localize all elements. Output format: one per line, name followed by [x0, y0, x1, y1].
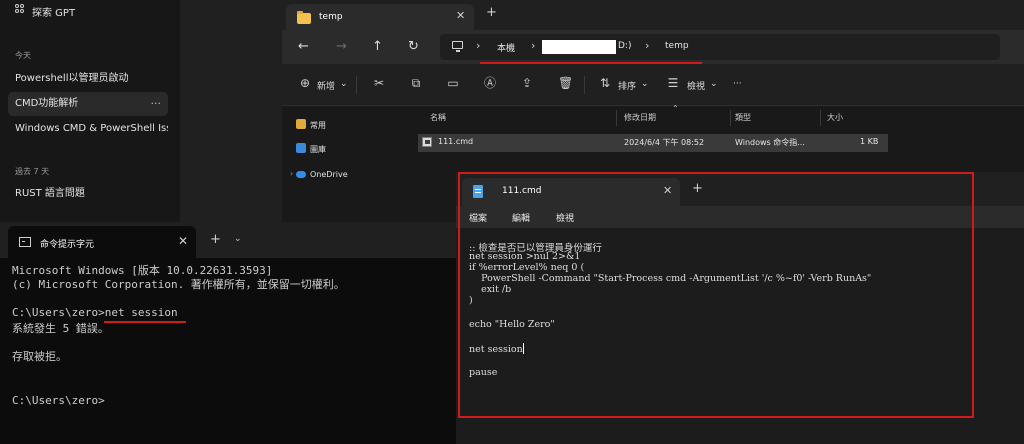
cloud-icon — [296, 171, 306, 178]
column-type[interactable]: 類型 — [735, 112, 751, 123]
file-size: 1 KB — [860, 137, 879, 146]
navigation-pane: 常用 圖庫 › OneDrive — [282, 106, 412, 222]
section-today: 今天 — [15, 51, 31, 60]
command-prompt-window: 命令提示字元 ✕ + ⌄ Microsoft Windows [版本 10.0.… — [0, 222, 456, 444]
nav-item-label: 圖庫 — [310, 145, 326, 154]
column-divider — [616, 110, 617, 126]
nav-item-onedrive[interactable]: › OneDrive — [290, 169, 348, 179]
new-tab-button[interactable]: + — [210, 232, 221, 247]
sort-button[interactable]: 排序 — [618, 79, 636, 92]
red-box-annotation — [458, 172, 974, 418]
gallery-icon — [296, 143, 306, 153]
file-modified: 2024/6/4 下午 08:52 — [624, 138, 705, 147]
column-size[interactable]: 大小 — [827, 112, 843, 123]
explore-gpt-label: 探索 GPT — [32, 8, 76, 19]
terminal-line: 存取被拒。 — [12, 350, 67, 363]
column-modified[interactable]: 修改日期 — [624, 112, 656, 123]
copy-icon[interactable]: ⧉ — [409, 76, 423, 90]
terminal-icon — [19, 237, 31, 247]
toolbar-divider — [356, 76, 357, 94]
chat-item-label: Windows CMD & PowerShell Iss — [15, 123, 168, 134]
paste-icon[interactable]: ▭ — [446, 76, 460, 90]
chevron-right-icon: › — [476, 39, 481, 52]
nav-item-label: OneDrive — [310, 170, 348, 179]
column-name[interactable]: 名稱 — [430, 112, 446, 123]
breadcrumb-temp[interactable]: temp — [665, 41, 689, 51]
chevron-down-icon: ⌄ — [710, 79, 718, 89]
folder-icon — [297, 11, 311, 24]
nav-item-home[interactable]: 常用 — [296, 119, 326, 131]
address-bar[interactable]: › 本機 › D:) › temp — [440, 34, 1000, 64]
terminal-line: (c) Microsoft Corporation. 著作權所有，並保留一切權利… — [12, 278, 345, 291]
chevron-right-icon: › — [645, 39, 650, 52]
red-underline-annotation — [104, 321, 186, 323]
chevron-right-icon: › — [531, 39, 536, 52]
more-icon[interactable]: ··· — [733, 79, 742, 89]
close-tab-icon[interactable]: ✕ — [456, 9, 465, 22]
forward-arrow-icon[interactable]: → — [336, 39, 347, 54]
explorer-toolbar: ⊕ 新增 ⌄ ✂ ⧉ ▭ Ⓐ ⇪ 🗑 ⇅ 排序 ⌄ ☰ 檢視 ⌄ ··· — [282, 64, 1024, 106]
chevron-down-icon: ⌄ — [641, 79, 649, 89]
section-past-7-days: 過去 7 天 — [15, 167, 50, 176]
terminal-prompt[interactable]: C:\Users\zero> — [12, 394, 105, 407]
column-divider — [730, 110, 731, 126]
chat-item[interactable]: RUST 語言問題 — [8, 182, 168, 206]
chevron-right-icon[interactable]: › — [290, 169, 293, 178]
background-strip — [180, 0, 282, 222]
explorer-navbar: ← → ↑ ↻ › 本機 › D:) › temp — [282, 30, 1024, 64]
cmd-tab[interactable]: 命令提示字元 ✕ — [8, 226, 196, 258]
nav-item-gallery[interactable]: 圖庫 — [296, 143, 326, 155]
home-icon — [296, 119, 306, 129]
file-name: 111.cmd — [438, 137, 474, 146]
grid-icon — [15, 4, 25, 14]
view-list-icon: ☰ — [667, 76, 679, 90]
chat-item-label: CMD功能解析 — [15, 98, 79, 109]
chat-sidebar: 探索 GPT 今天 Powershell以管理员啟动 CMD功能解析 ··· W… — [0, 0, 180, 222]
chat-item-active[interactable]: CMD功能解析 ··· — [8, 92, 168, 116]
rename-icon[interactable]: Ⓐ — [483, 76, 497, 90]
chat-item[interactable]: Powershell以管理员啟动 — [8, 67, 168, 91]
refresh-icon[interactable]: ↻ — [408, 39, 419, 54]
terminal-line: C:\Users\zero>net session — [12, 306, 178, 319]
file-list-header: 名稱 修改日期 ⌃ 類型 大小 — [422, 104, 884, 128]
back-arrow-icon[interactable]: ← — [298, 39, 309, 54]
chat-item-label: RUST 語言問題 — [15, 188, 85, 199]
view-button[interactable]: 檢視 — [687, 79, 705, 92]
new-button[interactable]: 新增 — [317, 79, 335, 92]
file-type: Windows 命令指... — [735, 138, 805, 147]
cmd-tabbar: 命令提示字元 ✕ + ⌄ — [0, 222, 456, 258]
delete-icon[interactable]: 🗑 — [558, 76, 573, 90]
more-options-icon[interactable]: ··· — [151, 92, 162, 116]
monitor-icon — [452, 41, 463, 52]
cmd-file-icon — [422, 137, 432, 147]
chat-item[interactable]: Windows CMD & PowerShell Iss — [8, 117, 168, 141]
chevron-down-icon: ⌄ — [340, 79, 348, 89]
sort-up-icon: ⌃ — [672, 104, 679, 113]
redacted-block — [542, 40, 616, 54]
new-tab-button[interactable]: + — [486, 5, 497, 20]
explorer-tab[interactable]: temp ✕ — [286, 4, 474, 30]
up-arrow-icon[interactable]: ↑ — [372, 39, 383, 54]
nav-item-label: 常用 — [310, 121, 326, 130]
file-row[interactable]: 111.cmd 2024/6/4 下午 08:52 Windows 命令指...… — [418, 134, 888, 152]
breadcrumb-this-pc[interactable]: 本機 — [497, 41, 515, 54]
toolbar-divider — [584, 76, 585, 94]
cut-icon[interactable]: ✂ — [372, 76, 386, 90]
close-tab-icon[interactable]: ✕ — [178, 234, 188, 248]
explorer-tabbar: temp ✕ + — [282, 0, 1024, 30]
chevron-down-icon[interactable]: ⌄ — [234, 234, 242, 244]
chat-item-label: Powershell以管理员啟动 — [15, 73, 129, 84]
terminal-line: 系統發生 5 錯誤。 — [12, 322, 109, 335]
breadcrumb-drive[interactable]: D:) — [618, 41, 631, 51]
column-divider — [820, 110, 821, 126]
explorer-tab-title: temp — [319, 12, 343, 22]
sort-icon: ⇅ — [599, 76, 611, 90]
cmd-tab-title: 命令提示字元 — [40, 240, 95, 250]
explore-gpt-link[interactable]: 探索 GPT — [15, 4, 75, 19]
share-icon[interactable]: ⇪ — [520, 76, 534, 90]
plus-circle-icon: ⊕ — [299, 76, 311, 90]
